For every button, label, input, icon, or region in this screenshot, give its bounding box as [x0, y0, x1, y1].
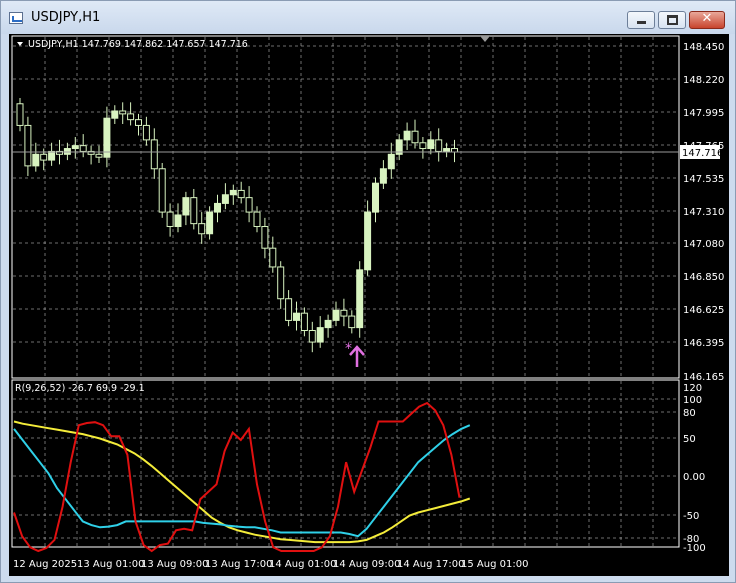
candle-body: [40, 153, 48, 161]
close-icon: ✕: [701, 11, 713, 26]
candle-body: [71, 145, 79, 150]
candle-body: [166, 211, 174, 228]
close-button[interactable]: ✕: [689, 11, 725, 29]
candle-body: [308, 330, 316, 343]
indicator-y-label: 80: [683, 408, 696, 419]
candle-body: [253, 211, 261, 228]
y-label: 146.165: [683, 372, 724, 383]
maximize-icon: [667, 15, 678, 25]
candle-body: [443, 148, 451, 152]
candle-body: [403, 130, 411, 141]
candle-body: [316, 327, 324, 343]
candle-body: [119, 110, 127, 115]
x-label: 14 Aug 01:00: [269, 559, 336, 570]
y-label: 148.450: [683, 42, 724, 53]
candle-body: [324, 319, 332, 329]
candle-body: [379, 168, 387, 184]
candle-body: [269, 247, 277, 268]
candle-body: [356, 269, 364, 329]
chart-window-icon: [9, 12, 23, 24]
x-label: 15 Aug 01:00: [461, 559, 528, 570]
candle-body: [32, 153, 40, 167]
candle-body: [332, 309, 340, 321]
x-label: 14 Aug 09:00: [333, 559, 400, 570]
candle-body: [24, 124, 32, 167]
y-label: 147.535: [683, 174, 724, 185]
candle-body: [214, 202, 221, 213]
candle-body: [127, 113, 135, 121]
candle-body: [174, 214, 182, 228]
candle-body: [237, 189, 245, 199]
indicator-y-label: -100: [683, 543, 706, 554]
minimize-button[interactable]: [627, 11, 655, 29]
candle-body: [142, 124, 150, 141]
candle-body: [190, 197, 198, 225]
candle-body: [229, 189, 237, 196]
up-arrow-icon: *: [345, 341, 365, 367]
indicator-y-label: 0.00: [683, 472, 705, 483]
candle-body: [435, 139, 443, 152]
candle-body: [451, 148, 458, 153]
x-label: 14 Aug 17:00: [397, 559, 464, 570]
y-label: 147.080: [683, 239, 724, 250]
candle-body: [427, 139, 435, 150]
candle-body: [16, 103, 24, 126]
y-label: 146.625: [683, 305, 724, 316]
x-label: 12 Aug 2025: [13, 559, 77, 570]
candle-body: [111, 110, 119, 119]
y-label: 147.995: [683, 108, 724, 119]
candle-body: [340, 309, 348, 317]
candle-body: [285, 298, 293, 321]
candle-body: [79, 145, 87, 152]
candle-body: [364, 211, 372, 271]
cyan-line: [13, 424, 471, 538]
candle-body: [419, 142, 427, 150]
indicator-header: R(9,26,52) -26.7 69.9 -29.1: [15, 383, 145, 394]
maximize-button[interactable]: [658, 11, 686, 29]
candle-body: [135, 119, 142, 126]
candle-body: [245, 197, 253, 213]
y-label: 147.310: [683, 207, 724, 218]
candle-body: [150, 139, 158, 170]
candle-body: [277, 266, 285, 300]
candle-body: [63, 148, 71, 155]
candle-body: [300, 312, 308, 332]
candle-body: [198, 223, 206, 235]
candle-body: [48, 150, 56, 161]
candle-body: [348, 315, 356, 329]
candle-body: [293, 312, 300, 321]
minimize-icon: [637, 21, 646, 24]
x-label: 13 Aug 17:00: [205, 559, 272, 570]
candle-body: [221, 194, 229, 204]
indicator-y-label: 120: [683, 383, 702, 394]
chart-area[interactable]: 147.716 USDJPY,H1 147.769 147.862 147.65…: [9, 34, 729, 576]
candle-body: [372, 182, 379, 213]
indicator-y-label: -50: [683, 511, 699, 522]
window-title: USDJPY,H1: [31, 10, 101, 25]
indicator-y-label: 50: [683, 434, 696, 445]
x-label: 13 Aug 01:00: [77, 559, 144, 570]
candle-body: [95, 153, 103, 158]
candle-body: [261, 226, 269, 249]
y-label: 146.395: [683, 338, 724, 349]
candle-body: [158, 168, 166, 213]
y-label: 147.765: [683, 141, 724, 152]
candle-body: [206, 211, 214, 235]
indicator-lines: [13, 401, 471, 553]
y-label: 146.850: [683, 272, 724, 283]
x-label: 13 Aug 09:00: [141, 559, 208, 570]
indicator-y-label: 100: [683, 395, 702, 406]
chart-menu-icon[interactable]: [17, 42, 23, 46]
y-label: 148.220: [683, 75, 724, 86]
candle-body: [387, 153, 395, 170]
scroll-marker-icon[interactable]: [480, 36, 490, 42]
candle-body: [411, 130, 419, 144]
candle-body: [182, 197, 190, 216]
price-pane[interactable]: [11, 35, 680, 379]
candle-body: [103, 117, 111, 158]
chart-window: USDJPY,H1 ✕ 147.716 USDJPY,H1 147.769 14…: [0, 0, 736, 583]
title-bar[interactable]: USDJPY,H1 ✕: [1, 1, 735, 34]
price-header: USDJPY,H1 147.769 147.862 147.657 147.71…: [28, 39, 248, 50]
chart-canvas[interactable]: 147.716 USDJPY,H1 147.769 147.862 147.65…: [9, 34, 729, 576]
